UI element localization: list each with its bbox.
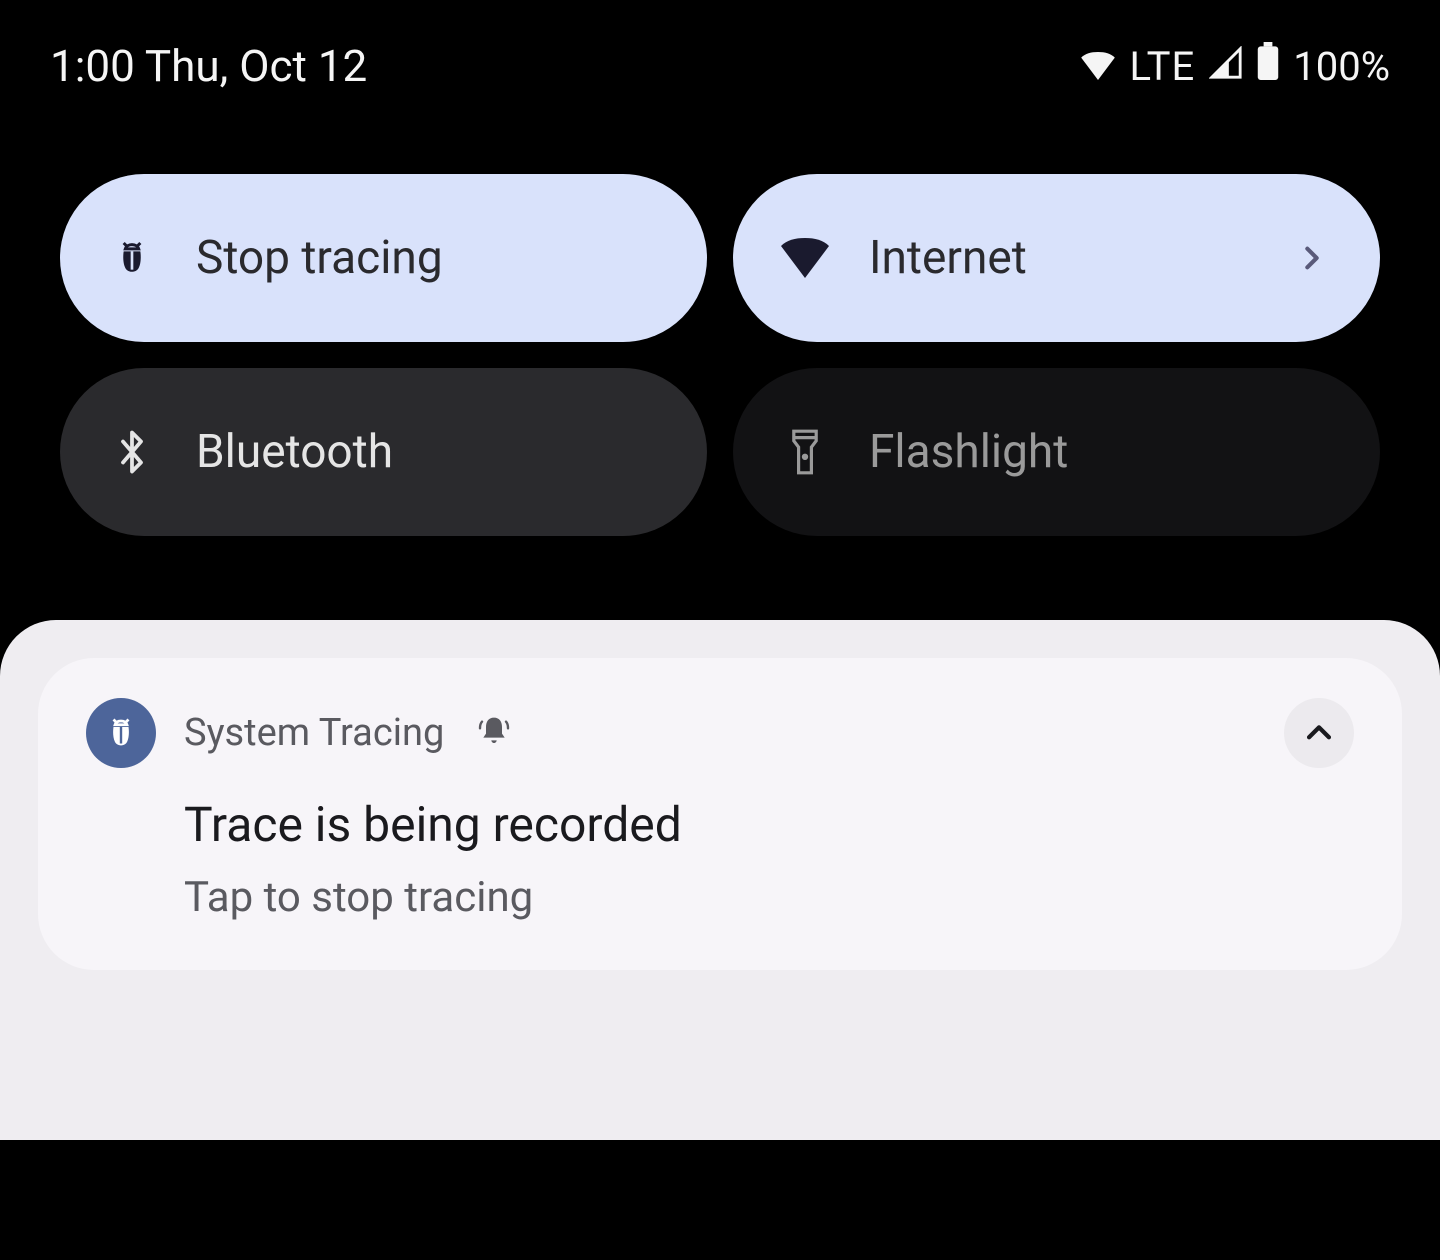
notification-shade: System Tracing Trace is being recorded T… — [0, 620, 1440, 1140]
system-tracing-notification[interactable]: System Tracing Trace is being recorded T… — [38, 658, 1402, 970]
notification-title: Trace is being recorded — [184, 796, 1354, 853]
battery-percent: 100% — [1293, 43, 1390, 90]
notification-app-name: System Tracing — [184, 711, 444, 755]
notification-subtitle: Tap to stop tracing — [184, 873, 1354, 922]
flashlight-icon — [781, 428, 829, 476]
network-type: LTE — [1129, 43, 1195, 90]
chevron-right-icon — [1292, 238, 1332, 278]
chevron-up-icon — [1302, 716, 1336, 750]
bug-icon — [86, 698, 156, 768]
notification-body: Trace is being recorded Tap to stop trac… — [86, 768, 1354, 922]
bluetooth-tile[interactable]: Bluetooth — [60, 368, 707, 536]
tile-label: Flashlight — [869, 425, 1332, 479]
notification-header: System Tracing — [86, 698, 1354, 768]
bell-ringing-icon — [478, 715, 510, 751]
status-indicators: LTE 100% — [1081, 42, 1390, 90]
bluetooth-icon — [108, 428, 156, 476]
quick-settings-tiles: Stop tracing Internet Bluetooth Flashlig… — [0, 122, 1440, 536]
bug-icon — [108, 234, 156, 282]
internet-tile[interactable]: Internet — [733, 174, 1380, 342]
tile-label: Stop tracing — [196, 231, 659, 285]
status-time-date: 1:00 Thu, Oct 12 — [50, 40, 367, 92]
stop-tracing-tile[interactable]: Stop tracing — [60, 174, 707, 342]
tile-label: Bluetooth — [196, 425, 659, 479]
cellular-signal-icon — [1209, 43, 1243, 90]
battery-icon — [1257, 42, 1279, 90]
wifi-icon — [1081, 43, 1115, 90]
wifi-icon — [781, 234, 829, 282]
tile-label: Internet — [869, 231, 1252, 285]
status-bar: 1:00 Thu, Oct 12 LTE 100% — [0, 0, 1440, 122]
collapse-button[interactable] — [1284, 698, 1354, 768]
flashlight-tile[interactable]: Flashlight — [733, 368, 1380, 536]
